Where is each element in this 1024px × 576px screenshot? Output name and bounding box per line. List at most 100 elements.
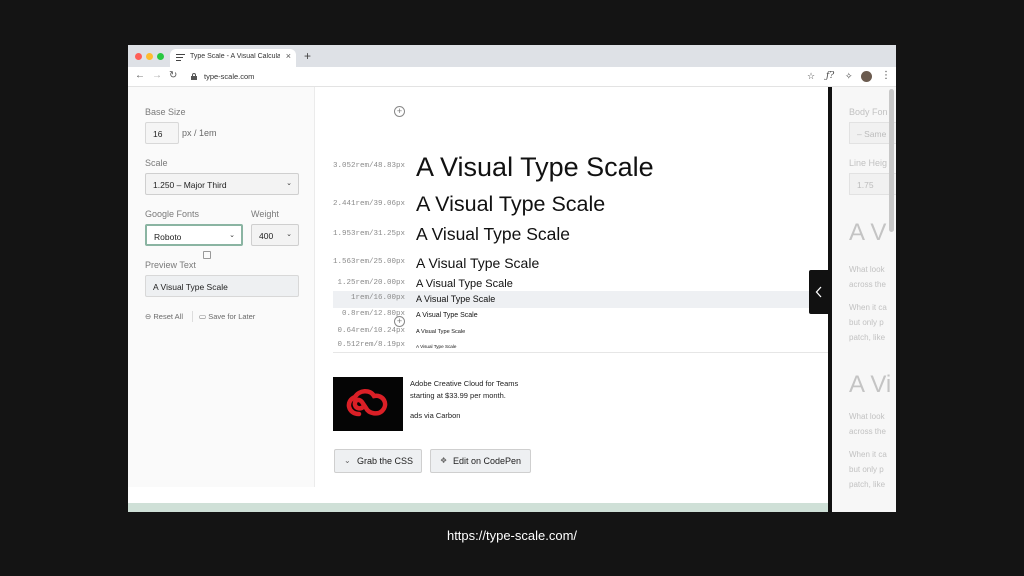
bookmark-star-icon[interactable]: ☆ xyxy=(807,70,815,82)
scale-sample-text: A Visual Type Scale xyxy=(416,293,496,304)
preview-text-input[interactable]: A Visual Type Scale xyxy=(145,275,299,297)
preview-body-line: patch, like xyxy=(849,333,886,342)
ad-line-2[interactable]: starting at $33.99 per month. xyxy=(410,390,506,402)
maximize-window-button[interactable] xyxy=(157,53,164,60)
footer-strip xyxy=(128,503,828,512)
scale-rem-value: 1.25rem/20.00px xyxy=(337,279,405,287)
line-height-label: Line Heig xyxy=(849,158,888,168)
browser-tab[interactable]: Type Scale - A Visual Calculator × xyxy=(170,49,296,67)
codepen-icon: ❖ xyxy=(440,456,448,465)
chevron-down-icon: ⌄ xyxy=(286,231,292,238)
reset-all-label: Reset All xyxy=(153,312,183,321)
weight-label: Weight xyxy=(251,209,279,219)
scale-label: Scale xyxy=(145,158,168,168)
scale-row[interactable]: 0.8rem/12.80px A Visual Type Scale xyxy=(333,307,828,324)
scale-rem-value: 0.64rem/10.24px xyxy=(337,327,405,335)
body-font-label: Body Fon xyxy=(849,107,888,117)
scale-row[interactable]: 2.441rem/39.06px A Visual Type Scale xyxy=(333,190,828,220)
chevron-down-icon: ⌄ xyxy=(286,180,292,187)
google-fonts-label: Google Fonts xyxy=(145,209,200,219)
toggle-panel-button[interactable] xyxy=(809,270,829,314)
edit-codepen-label: Edit on CodePen xyxy=(453,456,522,466)
scale-sample-text: A Visual Type Scale xyxy=(416,255,540,271)
reload-icon[interactable]: ↻ xyxy=(169,70,177,82)
edit-codepen-button[interactable]: ❖ Edit on CodePen xyxy=(430,449,531,473)
site-url-caption: https://type-scale.com/ xyxy=(446,528,578,543)
reset-all-link[interactable]: ⊖ Reset All xyxy=(145,312,183,321)
reset-icon: ⊖ xyxy=(145,312,152,321)
scale-rem-value: 1.953rem/31.25px xyxy=(333,230,406,238)
external-link-icon[interactable] xyxy=(203,251,211,259)
link-separator xyxy=(192,311,193,322)
back-arrow-icon[interactable]: ← xyxy=(135,70,145,82)
scale-sample-text: A Visual Type Scale xyxy=(416,192,606,217)
preview-scrollbar[interactable] xyxy=(889,89,894,232)
scale-row[interactable]: 1.563rem/25.00px A Visual Type Scale xyxy=(333,252,828,274)
scale-rem-value: 1.563rem/25.00px xyxy=(333,258,406,266)
preview-body-line: When it ca xyxy=(849,303,887,312)
scale-sample-text: A Visual Type Scale xyxy=(416,151,654,182)
close-window-button[interactable] xyxy=(135,53,142,60)
add-larger-step-icon[interactable]: + xyxy=(394,106,405,117)
preview-body-line: across the xyxy=(849,280,886,289)
scale-row[interactable]: 3.052rem/48.83px A Visual Type Scale xyxy=(333,150,828,185)
scale-select[interactable]: 1.250 – Major Third ⌄ xyxy=(145,173,299,195)
font-select[interactable]: Roboto ⌄ xyxy=(145,224,243,246)
preview-body-line: but only p xyxy=(849,318,884,327)
font-extension-icon[interactable]: ƒ? xyxy=(826,70,834,82)
address-bar[interactable]: type-scale.com xyxy=(204,72,254,81)
adobe-cc-ad-image[interactable] xyxy=(333,377,403,431)
page-content: Base Size 16 px / 1em Scale 1.250 – Majo… xyxy=(128,87,828,512)
preview-body-line: across the xyxy=(849,427,886,436)
settings-sidebar: Base Size 16 px / 1em Scale 1.250 – Majo… xyxy=(128,87,315,487)
base-size-label: Base Size xyxy=(145,107,186,117)
scale-sample-text: A Visual Type Scale xyxy=(416,224,571,245)
base-size-input[interactable]: 16 xyxy=(145,122,179,144)
forward-arrow-icon[interactable]: → xyxy=(152,70,162,82)
scale-rem-value: 1rem/16.00px xyxy=(350,294,405,302)
preview-body-line: What look xyxy=(849,412,885,421)
preview-heading-2: A Vi xyxy=(849,371,892,398)
extensions-puzzle-icon[interactable]: ✧ xyxy=(845,70,853,82)
profile-avatar[interactable] xyxy=(861,71,872,82)
browser-menu-icon[interactable]: ⋮ xyxy=(881,70,891,82)
chevron-down-icon: ⌄ xyxy=(229,232,235,239)
browser-window: Type Scale - A Visual Calculator × + ← →… xyxy=(128,45,896,512)
ad-line-1[interactable]: Adobe Creative Cloud for Teams xyxy=(410,378,518,390)
preview-panel: Body Fon – Same Line Heig 1.75 A V What … xyxy=(832,87,896,512)
scale-rem-value: 2.441rem/39.06px xyxy=(333,200,406,208)
tab-bar: Type Scale - A Visual Calculator × + xyxy=(128,45,896,67)
preview-text-label: Preview Text xyxy=(145,260,196,270)
new-tab-button[interactable]: + xyxy=(304,50,311,62)
grab-css-button[interactable]: ⌄ Grab the CSS xyxy=(334,449,422,473)
save-for-later-link[interactable]: ▭ Save for Later xyxy=(199,312,255,321)
add-smaller-step-icon[interactable]: + xyxy=(394,316,405,327)
type-scale-favicon-icon xyxy=(176,54,185,62)
scale-rem-value: 0.512rem/8.19px xyxy=(337,341,405,349)
tab-title: Type Scale - A Visual Calculator xyxy=(190,53,280,60)
scale-sample-text: A Visual Type Scale xyxy=(416,311,478,319)
scale-row[interactable]: 1.953rem/31.25px A Visual Type Scale xyxy=(333,222,828,248)
preview-heading-1: A V xyxy=(849,219,887,246)
lock-icon[interactable] xyxy=(191,73,197,80)
weight-select[interactable]: 400 ⌄ xyxy=(251,224,299,246)
scale-rem-value: 3.052rem/48.83px xyxy=(333,162,406,170)
tab-close-icon[interactable]: × xyxy=(286,52,291,61)
scale-select-value: 1.250 – Major Third xyxy=(153,180,227,190)
scale-row[interactable]: 1rem/16.00px A Visual Type Scale xyxy=(333,290,828,308)
chevron-down-icon: ⌄ xyxy=(344,456,351,465)
preview-body-line: What look xyxy=(849,265,885,274)
font-select-value: Roboto xyxy=(154,232,182,242)
minimize-window-button[interactable] xyxy=(146,53,153,60)
browser-toolbar: ← → ↻ type-scale.com ☆ ƒ? ✧ ⋮ xyxy=(128,67,896,87)
preview-body-line: but only p xyxy=(849,465,884,474)
grab-css-label: Grab the CSS xyxy=(357,456,414,466)
weight-select-value: 400 xyxy=(259,231,274,241)
scale-rem-value: 0.8rem/12.80px xyxy=(341,310,405,318)
preview-body-line: When it ca xyxy=(849,450,887,459)
ad-via-carbon[interactable]: ads via Carbon xyxy=(410,410,460,422)
section-divider xyxy=(333,352,828,353)
chevron-left-icon xyxy=(815,286,822,298)
creative-cloud-logo-icon xyxy=(346,389,388,417)
bookmark-icon: ▭ xyxy=(199,312,207,321)
